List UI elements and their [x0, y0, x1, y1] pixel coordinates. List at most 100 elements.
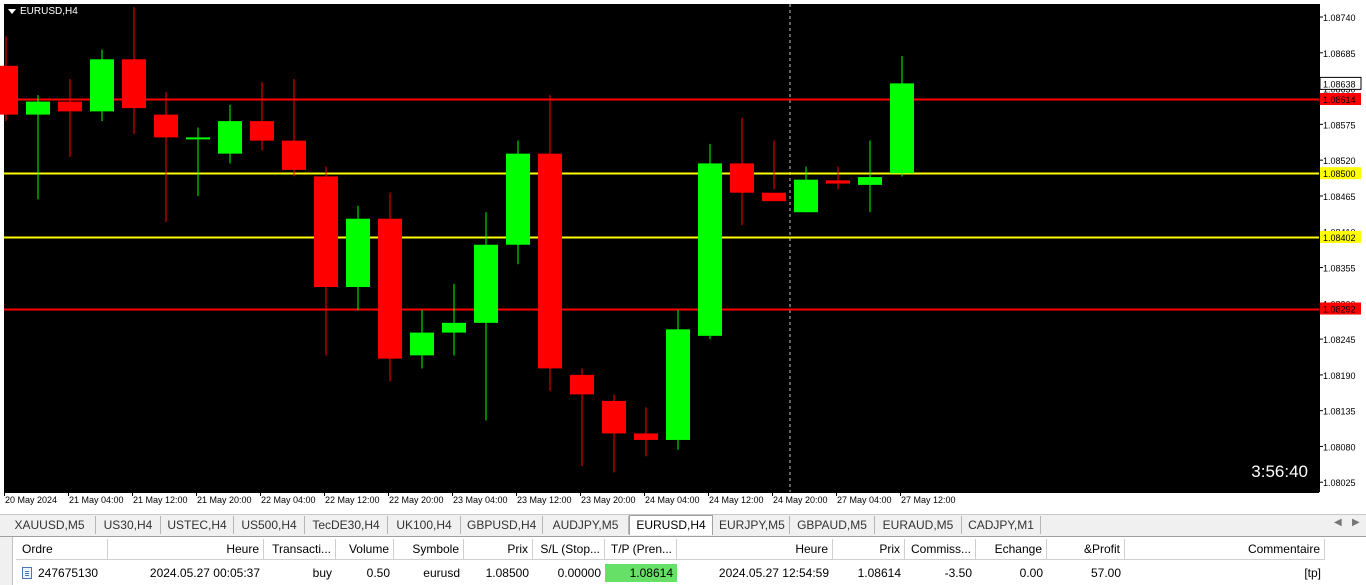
candle-body: [26, 101, 50, 115]
column-header[interactable]: Commentaire: [1125, 539, 1325, 560]
chart-tab[interactable]: GBPAUD,M5: [790, 516, 875, 534]
candle-body: [634, 433, 658, 440]
column-header[interactable]: Symbole: [394, 539, 464, 560]
table-cell: 1.08500: [485, 566, 529, 580]
x-tick-label: 22 May 04:00: [261, 495, 316, 505]
candle-body: [794, 179, 818, 213]
x-tick-label: 21 May 12:00: [133, 495, 188, 505]
chart-tab[interactable]: US500,H4: [234, 516, 305, 534]
candle-body: [122, 59, 146, 109]
x-tick-label: 27 May 04:00: [837, 495, 892, 505]
y-tick-label: 1.08520: [1323, 156, 1356, 166]
y-tick-label: 1.08135: [1323, 407, 1356, 417]
x-tick-label: 23 May 04:00: [453, 495, 508, 505]
x-tick-label: 22 May 20:00: [389, 495, 444, 505]
table-cell: 0.50: [366, 566, 390, 580]
chart-tab[interactable]: EURUSD,H4: [629, 515, 713, 535]
table-cell: 247675130: [38, 566, 99, 580]
chart-tab[interactable]: AUDJPY,M5: [543, 516, 629, 534]
candle-body: [218, 121, 242, 154]
candle-body: [474, 244, 498, 323]
column-header[interactable]: &Profit: [1047, 539, 1125, 560]
chart-tab[interactable]: TecDE30,H4: [305, 516, 388, 534]
y-tick-label: 1.08025: [1323, 478, 1356, 488]
current-price-label: 1.08638: [1323, 79, 1356, 89]
column-header[interactable]: Volume: [336, 539, 394, 560]
x-tick-label: 21 May 04:00: [69, 495, 124, 505]
column-header[interactable]: Heure: [677, 539, 833, 560]
chart-tab[interactable]: GBPUSD,H4: [461, 516, 543, 534]
table-cell: 1.08614: [605, 564, 677, 582]
x-tick-label: 20 May 2024: [5, 495, 57, 505]
tabs-scroll-right-icon[interactable]: ▶: [1352, 517, 1360, 528]
chart-tab[interactable]: EURJPY,M5: [713, 516, 790, 534]
chart-tab[interactable]: USTEC,H4: [161, 516, 234, 534]
chart-tab[interactable]: CADJPY,M1: [962, 516, 1041, 534]
table-cell: eurusd: [423, 566, 460, 580]
candle-body: [762, 192, 786, 202]
bar-countdown: 3:56:40: [1251, 462, 1308, 481]
candle-body: [538, 153, 562, 369]
candle-body: [154, 114, 178, 138]
column-header[interactable]: Heure: [108, 539, 264, 560]
candle-body: [58, 101, 82, 112]
table-cell: buy: [312, 566, 332, 580]
terminal-panel: inal OrdreHeureTransacti...VolumeSymbole…: [0, 536, 1366, 585]
chart-tab[interactable]: US30,H4: [96, 516, 161, 534]
candle-body: [410, 332, 434, 356]
candle-body: [570, 374, 594, 395]
chart-tab[interactable]: EURAUD,M5: [875, 516, 962, 534]
x-tick-label: 24 May 20:00: [773, 495, 828, 505]
price-tag-label: 1.08500: [1323, 169, 1356, 179]
order-document-icon: [22, 567, 32, 579]
chart-tab[interactable]: UK100,H4: [388, 516, 461, 534]
candle-body: [346, 218, 370, 288]
table-cell: 2024.05.27 12:54:59: [718, 566, 829, 580]
x-tick-label: 23 May 12:00: [517, 495, 572, 505]
candle-body: [378, 218, 402, 359]
column-header[interactable]: Prix: [833, 539, 905, 560]
column-header[interactable]: Commiss...: [905, 539, 976, 560]
chart-plot-area[interactable]: [4, 4, 1319, 492]
price-chart[interactable]: 1.087401.086851.086301.085751.085201.084…: [0, 0, 1366, 514]
table-cell: 0.00000: [557, 566, 601, 580]
column-header[interactable]: Echange: [976, 539, 1047, 560]
candle-body: [0, 65, 18, 115]
y-tick-label: 1.08740: [1323, 13, 1356, 23]
y-tick-label: 1.08355: [1323, 264, 1356, 274]
x-tick-label: 27 May 12:00: [901, 495, 956, 505]
candle-body: [666, 329, 690, 440]
terminal-side-strip: inal: [0, 537, 13, 585]
chart-tabs-bar: XAUUSD,M5 US30,H4 USTEC,H4 US500,H4 TecDE30,…: [0, 514, 1366, 535]
dropdown-triangle-icon[interactable]: [8, 8, 16, 14]
table-cell: [tp]: [1304, 566, 1321, 580]
candle-body: [730, 163, 754, 193]
y-tick-label: 1.08245: [1323, 335, 1356, 345]
tabs-scroll-left-icon[interactable]: ◀: [1334, 517, 1342, 528]
chart-tab[interactable]: XAUUSD,M5: [4, 516, 96, 534]
x-tick-label: 23 May 20:00: [581, 495, 636, 505]
x-tick-label: 21 May 20:00: [197, 495, 252, 505]
column-header[interactable]: Prix: [464, 539, 533, 560]
y-tick-label: 1.08080: [1323, 442, 1356, 452]
column-header[interactable]: S/L (Stop...: [533, 539, 605, 560]
y-tick-label: 1.08465: [1323, 192, 1356, 202]
table-cell: -3.50: [944, 566, 972, 580]
table-cell: 1.08614: [857, 566, 901, 580]
candle-body: [602, 400, 626, 434]
candle-body: [890, 83, 914, 174]
table-cell: 2024.05.27 00:05:37: [149, 566, 260, 580]
chart-symbol-title: EURUSD,H4: [8, 6, 78, 17]
chart-window[interactable]: 1.087401.086851.086301.085751.085201.084…: [0, 0, 1366, 514]
column-header[interactable]: T/P (Pren...: [605, 539, 677, 560]
x-tick-label: 24 May 04:00: [645, 495, 700, 505]
column-header[interactable]: Ordre: [16, 539, 108, 560]
column-header[interactable]: Transacti...: [264, 539, 336, 560]
candle-body: [90, 59, 114, 112]
candle-body: [314, 176, 338, 288]
y-tick-label: 1.08575: [1323, 120, 1356, 130]
price-tag-label: 1.08614: [1323, 95, 1356, 105]
chart-symbol-label: EURUSD,H4: [20, 6, 78, 17]
price-tag-label: 1.08292: [1323, 305, 1356, 315]
table-cell: 0.00: [1019, 566, 1043, 580]
